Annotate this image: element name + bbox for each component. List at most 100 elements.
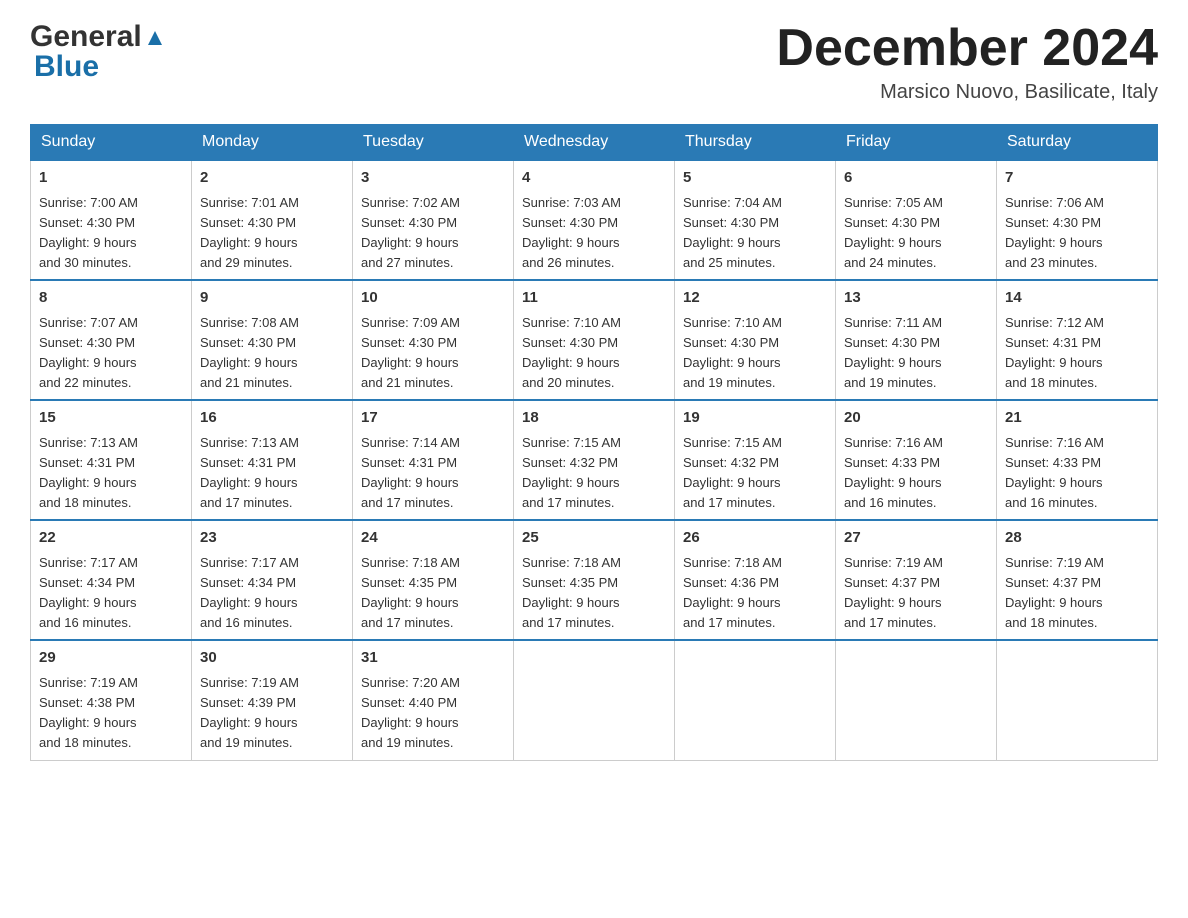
- day-number: 26: [683, 527, 827, 550]
- day-number: 5: [683, 167, 827, 190]
- cell-info: Sunrise: 7:10 AMSunset: 4:30 PMDaylight:…: [683, 315, 782, 390]
- day-number: 4: [522, 167, 666, 190]
- week-row-3: 15 Sunrise: 7:13 AMSunset: 4:31 PMDaylig…: [31, 400, 1158, 520]
- calendar-cell: 21 Sunrise: 7:16 AMSunset: 4:33 PMDaylig…: [997, 400, 1158, 520]
- calendar-cell: [997, 640, 1158, 760]
- cell-info: Sunrise: 7:19 AMSunset: 4:38 PMDaylight:…: [39, 675, 138, 750]
- cell-info: Sunrise: 7:06 AMSunset: 4:30 PMDaylight:…: [1005, 195, 1104, 270]
- day-number: 23: [200, 527, 344, 550]
- month-title: December 2024: [776, 20, 1158, 77]
- week-row-4: 22 Sunrise: 7:17 AMSunset: 4:34 PMDaylig…: [31, 520, 1158, 640]
- calendar-cell: 24 Sunrise: 7:18 AMSunset: 4:35 PMDaylig…: [353, 520, 514, 640]
- day-number: 15: [39, 407, 183, 430]
- day-number: 13: [844, 287, 988, 310]
- logo-blue-text: Blue: [34, 50, 99, 84]
- day-number: 19: [683, 407, 827, 430]
- day-number: 27: [844, 527, 988, 550]
- logo-triangle-icon: [144, 27, 166, 49]
- day-number: 30: [200, 647, 344, 670]
- week-row-2: 8 Sunrise: 7:07 AMSunset: 4:30 PMDayligh…: [31, 280, 1158, 400]
- day-number: 20: [844, 407, 988, 430]
- calendar-table: SundayMondayTuesdayWednesdayThursdayFrid…: [30, 124, 1158, 760]
- logo: General Blue: [30, 20, 166, 84]
- calendar-cell: 13 Sunrise: 7:11 AMSunset: 4:30 PMDaylig…: [836, 280, 997, 400]
- cell-info: Sunrise: 7:19 AMSunset: 4:37 PMDaylight:…: [844, 555, 943, 630]
- week-row-5: 29 Sunrise: 7:19 AMSunset: 4:38 PMDaylig…: [31, 640, 1158, 760]
- cell-info: Sunrise: 7:15 AMSunset: 4:32 PMDaylight:…: [683, 435, 782, 510]
- cell-info: Sunrise: 7:18 AMSunset: 4:35 PMDaylight:…: [522, 555, 621, 630]
- calendar-cell: [675, 640, 836, 760]
- calendar-cell: 16 Sunrise: 7:13 AMSunset: 4:31 PMDaylig…: [192, 400, 353, 520]
- calendar-cell: 22 Sunrise: 7:17 AMSunset: 4:34 PMDaylig…: [31, 520, 192, 640]
- day-header-sunday: Sunday: [31, 125, 192, 161]
- day-number: 10: [361, 287, 505, 310]
- cell-info: Sunrise: 7:18 AMSunset: 4:36 PMDaylight:…: [683, 555, 782, 630]
- calendar-cell: 17 Sunrise: 7:14 AMSunset: 4:31 PMDaylig…: [353, 400, 514, 520]
- calendar-cell: 3 Sunrise: 7:02 AMSunset: 4:30 PMDayligh…: [353, 160, 514, 280]
- day-header-saturday: Saturday: [997, 125, 1158, 161]
- cell-info: Sunrise: 7:00 AMSunset: 4:30 PMDaylight:…: [39, 195, 138, 270]
- cell-info: Sunrise: 7:13 AMSunset: 4:31 PMDaylight:…: [200, 435, 299, 510]
- cell-info: Sunrise: 7:19 AMSunset: 4:37 PMDaylight:…: [1005, 555, 1104, 630]
- cell-info: Sunrise: 7:14 AMSunset: 4:31 PMDaylight:…: [361, 435, 460, 510]
- calendar-cell: 1 Sunrise: 7:00 AMSunset: 4:30 PMDayligh…: [31, 160, 192, 280]
- calendar-cell: 8 Sunrise: 7:07 AMSunset: 4:30 PMDayligh…: [31, 280, 192, 400]
- page-header: General Blue December 2024 Marsico Nuovo…: [30, 20, 1158, 104]
- week-row-1: 1 Sunrise: 7:00 AMSunset: 4:30 PMDayligh…: [31, 160, 1158, 280]
- calendar-cell: 12 Sunrise: 7:10 AMSunset: 4:30 PMDaylig…: [675, 280, 836, 400]
- cell-info: Sunrise: 7:10 AMSunset: 4:30 PMDaylight:…: [522, 315, 621, 390]
- day-number: 24: [361, 527, 505, 550]
- day-number: 22: [39, 527, 183, 550]
- day-number: 9: [200, 287, 344, 310]
- calendar-header: SundayMondayTuesdayWednesdayThursdayFrid…: [31, 125, 1158, 161]
- calendar-cell: 10 Sunrise: 7:09 AMSunset: 4:30 PMDaylig…: [353, 280, 514, 400]
- day-header-thursday: Thursday: [675, 125, 836, 161]
- calendar-cell: 27 Sunrise: 7:19 AMSunset: 4:37 PMDaylig…: [836, 520, 997, 640]
- calendar-cell: 15 Sunrise: 7:13 AMSunset: 4:31 PMDaylig…: [31, 400, 192, 520]
- cell-info: Sunrise: 7:19 AMSunset: 4:39 PMDaylight:…: [200, 675, 299, 750]
- calendar-cell: [514, 640, 675, 760]
- day-number: 16: [200, 407, 344, 430]
- calendar-cell: 23 Sunrise: 7:17 AMSunset: 4:34 PMDaylig…: [192, 520, 353, 640]
- cell-info: Sunrise: 7:13 AMSunset: 4:31 PMDaylight:…: [39, 435, 138, 510]
- cell-info: Sunrise: 7:11 AMSunset: 4:30 PMDaylight:…: [844, 315, 942, 390]
- day-number: 3: [361, 167, 505, 190]
- calendar-cell: 28 Sunrise: 7:19 AMSunset: 4:37 PMDaylig…: [997, 520, 1158, 640]
- cell-info: Sunrise: 7:09 AMSunset: 4:30 PMDaylight:…: [361, 315, 460, 390]
- calendar-cell: 26 Sunrise: 7:18 AMSunset: 4:36 PMDaylig…: [675, 520, 836, 640]
- calendar-cell: 6 Sunrise: 7:05 AMSunset: 4:30 PMDayligh…: [836, 160, 997, 280]
- calendar-cell: 31 Sunrise: 7:20 AMSunset: 4:40 PMDaylig…: [353, 640, 514, 760]
- day-header-monday: Monday: [192, 125, 353, 161]
- logo-general-text: General: [30, 20, 142, 54]
- cell-info: Sunrise: 7:01 AMSunset: 4:30 PMDaylight:…: [200, 195, 299, 270]
- calendar-cell: [836, 640, 997, 760]
- calendar-body: 1 Sunrise: 7:00 AMSunset: 4:30 PMDayligh…: [31, 160, 1158, 760]
- cell-info: Sunrise: 7:17 AMSunset: 4:34 PMDaylight:…: [39, 555, 138, 630]
- calendar-cell: 14 Sunrise: 7:12 AMSunset: 4:31 PMDaylig…: [997, 280, 1158, 400]
- day-number: 2: [200, 167, 344, 190]
- cell-info: Sunrise: 7:15 AMSunset: 4:32 PMDaylight:…: [522, 435, 621, 510]
- calendar-cell: 5 Sunrise: 7:04 AMSunset: 4:30 PMDayligh…: [675, 160, 836, 280]
- day-number: 18: [522, 407, 666, 430]
- day-number: 11: [522, 287, 666, 310]
- cell-info: Sunrise: 7:04 AMSunset: 4:30 PMDaylight:…: [683, 195, 782, 270]
- calendar-cell: 18 Sunrise: 7:15 AMSunset: 4:32 PMDaylig…: [514, 400, 675, 520]
- day-number: 12: [683, 287, 827, 310]
- calendar-cell: 29 Sunrise: 7:19 AMSunset: 4:38 PMDaylig…: [31, 640, 192, 760]
- calendar-cell: 30 Sunrise: 7:19 AMSunset: 4:39 PMDaylig…: [192, 640, 353, 760]
- calendar-cell: 9 Sunrise: 7:08 AMSunset: 4:30 PMDayligh…: [192, 280, 353, 400]
- cell-info: Sunrise: 7:16 AMSunset: 4:33 PMDaylight:…: [844, 435, 943, 510]
- day-number: 6: [844, 167, 988, 190]
- day-number: 1: [39, 167, 183, 190]
- cell-info: Sunrise: 7:18 AMSunset: 4:35 PMDaylight:…: [361, 555, 460, 630]
- day-number: 31: [361, 647, 505, 670]
- cell-info: Sunrise: 7:16 AMSunset: 4:33 PMDaylight:…: [1005, 435, 1104, 510]
- day-header-tuesday: Tuesday: [353, 125, 514, 161]
- day-number: 7: [1005, 167, 1149, 190]
- calendar-cell: 4 Sunrise: 7:03 AMSunset: 4:30 PMDayligh…: [514, 160, 675, 280]
- day-number: 8: [39, 287, 183, 310]
- days-of-week-row: SundayMondayTuesdayWednesdayThursdayFrid…: [31, 125, 1158, 161]
- cell-info: Sunrise: 7:20 AMSunset: 4:40 PMDaylight:…: [361, 675, 460, 750]
- cell-info: Sunrise: 7:08 AMSunset: 4:30 PMDaylight:…: [200, 315, 299, 390]
- day-number: 28: [1005, 527, 1149, 550]
